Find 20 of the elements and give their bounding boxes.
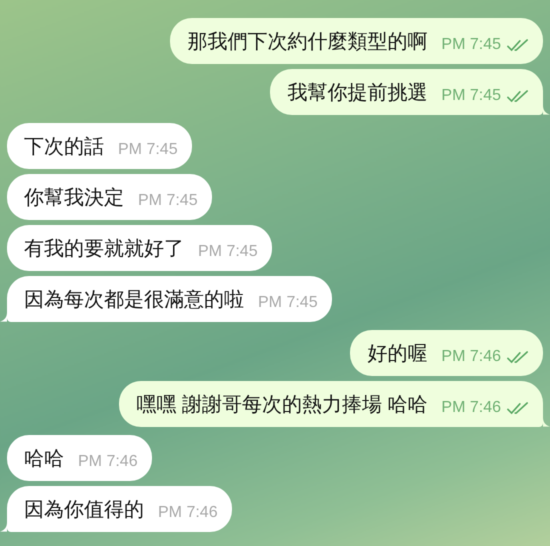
message-time: PM 7:45 [258, 294, 318, 312]
message-time: PM 7:45 [441, 36, 501, 54]
message-time: PM 7:46 [441, 399, 501, 417]
message-text: 有我的要就就好了 [24, 236, 184, 262]
message-time: PM 7:45 [138, 192, 198, 210]
message-text: 你幫我決定 [24, 186, 124, 210]
message-time: PM 7:45 [198, 243, 258, 261]
message-time: PM 7:46 [158, 504, 218, 522]
message-text: 哈哈 [24, 446, 64, 472]
message-text: 好的喔 [367, 342, 428, 366]
message-text: 嘿嘿 謝謝哥每次的熱力捧場 哈哈 [136, 392, 428, 418]
message-time: PM 7:46 [78, 453, 138, 471]
message-text: 下次的話 [24, 134, 104, 160]
message-text: 因為每次都是很滿意的啦 [24, 288, 244, 312]
message-time: PM 7:46 [441, 348, 501, 366]
message-time: PM 7:45 [118, 141, 178, 159]
message-text: 那我們下次約什麼類型的啊 [187, 30, 428, 54]
message-text: 我幫你提前挑選 [287, 80, 428, 106]
message-time: PM 7:45 [441, 87, 501, 105]
message-text: 因為你值得的 [24, 498, 144, 522]
